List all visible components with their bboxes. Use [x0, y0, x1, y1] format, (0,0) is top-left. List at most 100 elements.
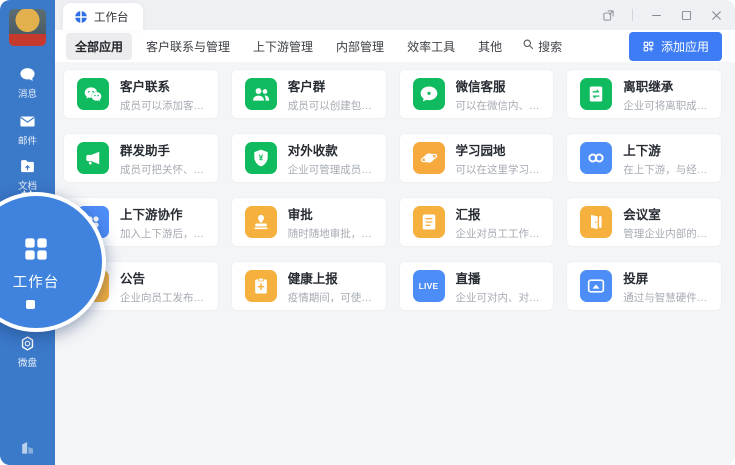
main-area: 工作台 全部应用客户联系与管理上下游管理内部管理效率工具其他 搜索 添加应用 客…	[55, 0, 735, 465]
app-description: 企业可对内、对外实时分...	[456, 290, 546, 305]
chat-icon	[19, 66, 36, 83]
chatdot-icon	[413, 78, 445, 110]
app-card-text: 群发助手成员可把关怀、活动等消...	[120, 140, 210, 177]
stamp-icon	[245, 206, 277, 238]
workbench-label: 工作台	[13, 271, 60, 292]
app-card[interactable]: 上下游在上下游，与经销商、供...	[566, 133, 722, 183]
live-icon-text: LIVE	[419, 281, 439, 291]
app-card-text: 汇报企业对员工工作内容及过...	[456, 204, 546, 241]
filter-tab[interactable]: 内部管理	[327, 33, 393, 60]
app-card-text: 上下游在上下游，与经销商、供...	[623, 140, 713, 177]
filter-tab[interactable]: 全部应用	[66, 33, 132, 60]
shield-icon: ¥	[245, 142, 277, 174]
app-description: 管理企业内部的会议室...	[623, 226, 713, 241]
app-card-text: 直播企业可对内、对外实时分...	[456, 268, 546, 305]
sidebar: 消息邮件文档日程微盘 工作台	[0, 0, 55, 465]
filter-tab[interactable]: 客户联系与管理	[137, 33, 239, 60]
app-title: 汇报	[456, 204, 546, 223]
app-card-text: 健康上报疫情期间，可使用健康上...	[288, 268, 378, 305]
minimize-button[interactable]	[650, 9, 663, 22]
app-title: 离职继承	[623, 76, 713, 95]
app-description: 可以在微信内、外各个场...	[456, 98, 546, 113]
sidebar-item-label: 邮件	[18, 133, 37, 147]
app-description: 通过与智慧硬件设备的连接...	[623, 290, 713, 305]
app-card[interactable]: LIVE 直播企业可对内、对外实时分...	[399, 261, 555, 311]
app-card[interactable]: 健康上报疫情期间，可使用健康上...	[231, 261, 387, 311]
app-title: 客户联系	[120, 76, 210, 95]
wechat-icon	[77, 78, 109, 110]
app-card-text: 对外收款企业可管理成员的收款...	[288, 140, 378, 177]
sidebar-item-drive[interactable]: 微盘	[0, 335, 55, 369]
controls-separator	[632, 9, 633, 21]
add-app-label: 添加应用	[661, 38, 709, 55]
app-card[interactable]: 客户联系成员可以添加客户的微信...	[63, 69, 219, 119]
planet-icon	[413, 142, 445, 174]
link-icon	[580, 142, 612, 174]
report-icon	[413, 206, 445, 238]
filter-tab[interactable]: 其他	[469, 33, 511, 60]
group-icon	[245, 78, 277, 110]
app-card[interactable]: 微信客服可以在微信内、外各个场...	[399, 69, 555, 119]
app-description: 企业可管理成员的收款...	[288, 162, 378, 177]
sidebar-item-docs[interactable]: 文档	[0, 158, 55, 192]
search-label: 搜索	[538, 38, 562, 55]
filter-tabs: 全部应用客户联系与管理上下游管理内部管理效率工具其他	[66, 33, 516, 60]
toolbar: 全部应用客户联系与管理上下游管理内部管理效率工具其他 搜索 添加应用	[55, 30, 735, 62]
app-description: 成员可以添加客户的微信...	[120, 98, 210, 113]
app-title: 对外收款	[288, 140, 378, 159]
app-card[interactable]: 客户群成员可以创建包含微信用...	[231, 69, 387, 119]
app-card[interactable]: 汇报企业对员工工作内容及过...	[399, 197, 555, 247]
app-description: 企业向员工发布的内部重...	[120, 290, 210, 305]
app-card-text: 客户联系成员可以添加客户的微信...	[120, 76, 210, 113]
drive-icon	[19, 335, 36, 352]
wecom-window: 消息邮件文档日程微盘 工作台 工作台 全部应用客户联系与管理上下游管理内部管理效…	[0, 0, 735, 465]
app-description: 在上下游，与经销商、供...	[623, 162, 713, 177]
add-app-button[interactable]: 添加应用	[629, 32, 722, 61]
sidebar-item-mail[interactable]: 邮件	[0, 113, 55, 147]
transfer-icon	[580, 78, 612, 110]
megaphone-icon	[77, 142, 109, 174]
filter-tab[interactable]: 效率工具	[398, 33, 464, 60]
app-description: 随时随地审批，可自定义...	[288, 226, 378, 241]
app-title: 会议室	[623, 204, 713, 223]
app-card[interactable]: 投屏通过与智慧硬件设备的连接...	[566, 261, 722, 311]
app-card-text: 学习园地可以在这里学习如何做好...	[456, 140, 546, 177]
mail-icon	[19, 113, 36, 130]
grid-plus-icon	[642, 40, 655, 53]
app-title: 审批	[288, 204, 378, 223]
maximize-button[interactable]	[680, 9, 693, 22]
filter-tab[interactable]: 上下游管理	[244, 33, 322, 60]
app-title: 上下游	[623, 140, 713, 159]
sidebar-item-chat[interactable]: 消息	[0, 66, 55, 100]
app-description: 加入上下游后，你可以便...	[120, 226, 210, 241]
app-description: 成员可以创建包含微信用...	[288, 98, 378, 113]
app-title: 健康上报	[288, 268, 378, 287]
app-card[interactable]: 学习园地可以在这里学习如何做好...	[399, 133, 555, 183]
tab-workbench[interactable]: 工作台	[63, 3, 143, 30]
app-card-text: 公告企业向员工发布的内部重...	[120, 268, 210, 305]
app-card-text: 客户群成员可以创建包含微信用...	[288, 76, 378, 113]
app-card[interactable]: 离职继承企业可将离职成员的客户...	[566, 69, 722, 119]
live-icon: LIVE	[413, 270, 445, 302]
app-description: 企业可将离职成员的客户...	[623, 98, 713, 113]
app-title: 投屏	[623, 268, 713, 287]
search-button[interactable]: 搜索	[522, 37, 562, 55]
door-icon	[580, 206, 612, 238]
workbench-tab-icon	[74, 10, 88, 24]
app-title: 客户群	[288, 76, 378, 95]
tab-strip: 工作台	[55, 0, 735, 30]
sidebar-item-label: 消息	[18, 86, 37, 100]
sidebar-item-label: 微盘	[18, 355, 37, 369]
cast-icon	[580, 270, 612, 302]
app-title: 公告	[120, 268, 210, 287]
popout-button[interactable]	[602, 9, 615, 22]
window-controls	[602, 0, 723, 30]
app-card[interactable]: 审批随时随地审批，可自定义...	[231, 197, 387, 247]
svg-text:¥: ¥	[258, 153, 263, 163]
app-card[interactable]: 群发助手成员可把关怀、活动等消...	[63, 133, 219, 183]
close-button[interactable]	[710, 9, 723, 22]
workbench-grid-icon	[20, 233, 52, 265]
app-description: 企业对员工工作内容及过...	[456, 226, 546, 241]
app-card[interactable]: 会议室管理企业内部的会议室...	[566, 197, 722, 247]
app-card[interactable]: ¥ 对外收款企业可管理成员的收款...	[231, 133, 387, 183]
